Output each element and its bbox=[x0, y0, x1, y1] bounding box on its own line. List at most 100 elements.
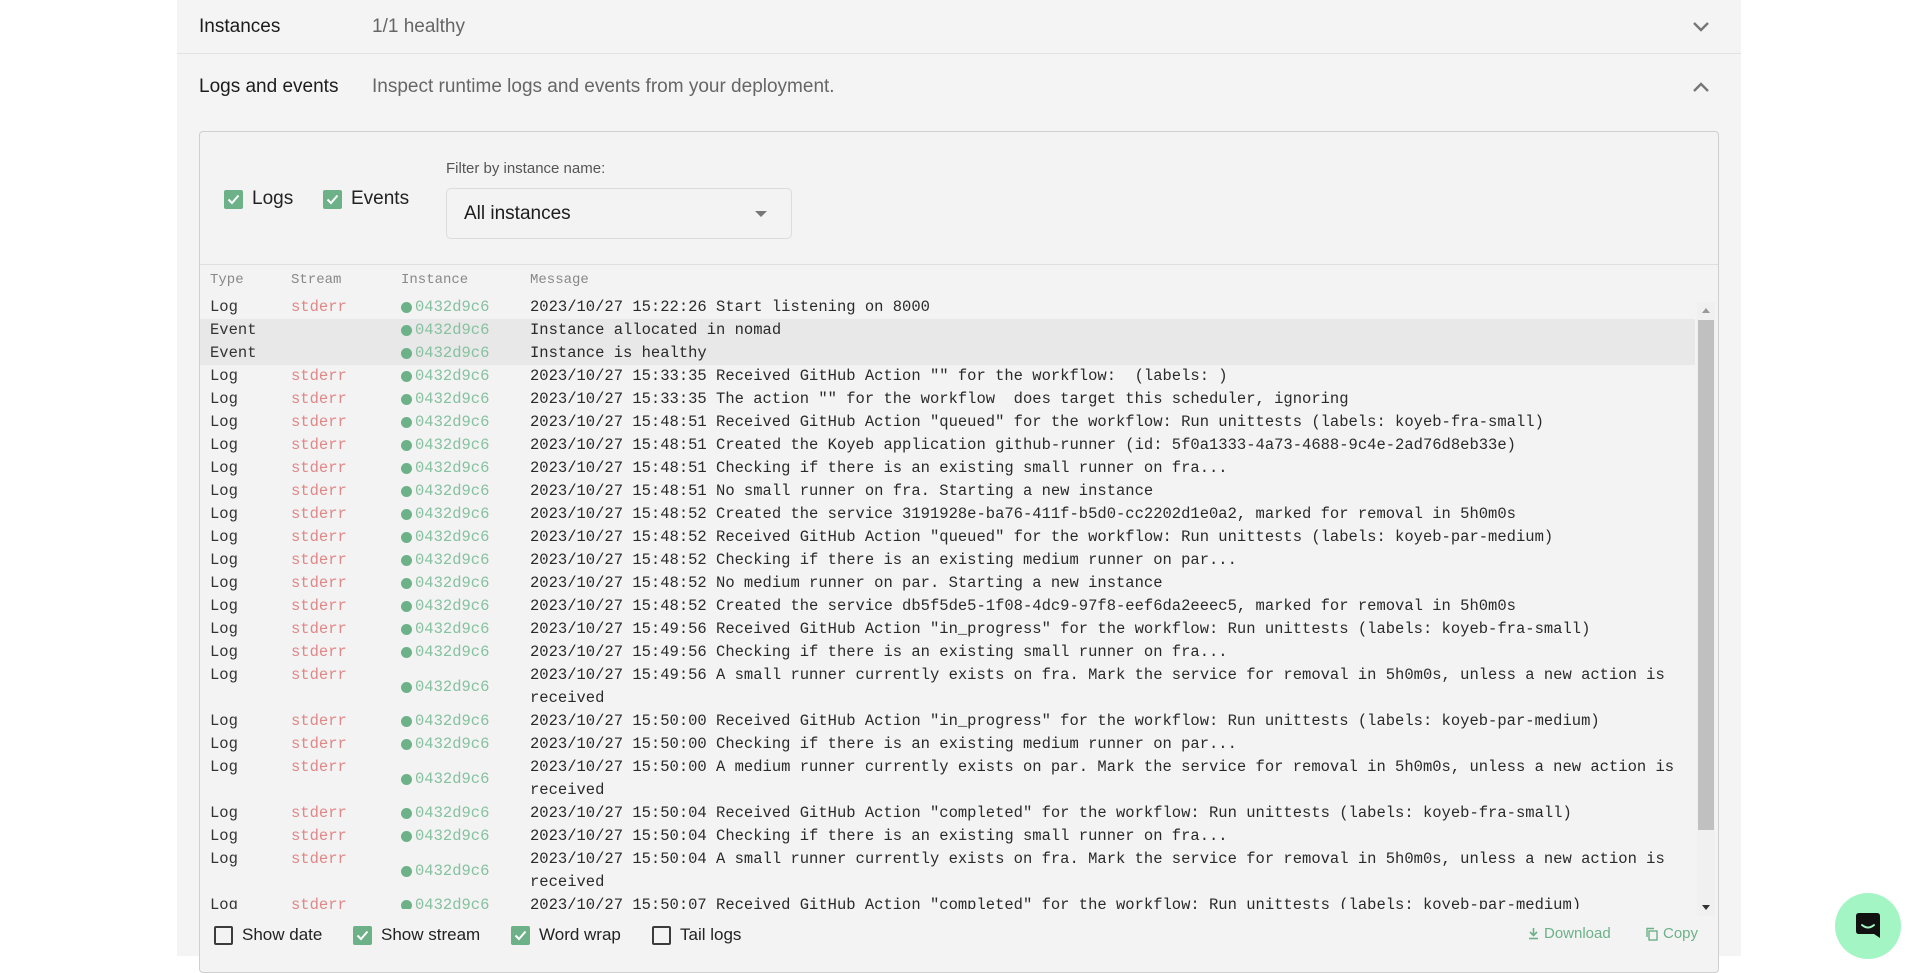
instance-id: 0432d9c6 bbox=[415, 413, 490, 431]
log-instance[interactable]: 0432d9c6 bbox=[401, 388, 489, 411]
download-label: Download bbox=[1544, 925, 1611, 942]
word-wrap-label: Word wrap bbox=[539, 925, 621, 944]
log-row: Log stderr 0432d9c6 2023/10/27 15:48:52 No … bbox=[200, 572, 1695, 595]
instance-status-dot-icon bbox=[401, 440, 412, 451]
instance-filter-label: Filter by instance name: bbox=[446, 160, 606, 177]
log-type: Log bbox=[210, 551, 238, 569]
instance-id: 0432d9c6 bbox=[415, 712, 490, 730]
log-row: Log stderr 0432d9c6 2023/10/27 15:49:56 Che… bbox=[200, 641, 1695, 664]
log-stream: stderr bbox=[291, 459, 347, 477]
show-date-checkbox[interactable]: Show date bbox=[214, 925, 322, 945]
log-instance[interactable]: 0432d9c6 bbox=[401, 848, 489, 894]
log-stream: stderr bbox=[291, 597, 347, 615]
log-instance[interactable]: 0432d9c6 bbox=[401, 618, 489, 641]
events-checkbox[interactable]: Events bbox=[323, 188, 409, 210]
log-message: 2023/10/27 15:48:51 Received GitHub Acti… bbox=[530, 413, 1544, 431]
log-instance[interactable]: 0432d9c6 bbox=[401, 434, 489, 457]
logs-description: Inspect runtime logs and events from you… bbox=[372, 76, 835, 97]
copy-icon bbox=[1646, 927, 1658, 941]
log-row: Log stderr 0432d9c6 2023/10/27 15:50:04 A s… bbox=[200, 848, 1695, 894]
log-instance[interactable]: 0432d9c6 bbox=[401, 503, 489, 526]
log-row: Log stderr 0432d9c6 2023/10/27 15:48:52 Cre… bbox=[200, 595, 1695, 618]
log-message: 2023/10/27 15:48:51 No small runner on f… bbox=[530, 482, 1154, 500]
log-type: Event bbox=[210, 344, 257, 362]
scrollbar-thumb[interactable] bbox=[1698, 320, 1714, 830]
column-header-instance: Instance bbox=[401, 272, 469, 288]
log-instance[interactable]: 0432d9c6 bbox=[401, 365, 489, 388]
tail-logs-checkbox[interactable]: Tail logs bbox=[652, 925, 741, 945]
log-instance[interactable]: 0432d9c6 bbox=[401, 342, 489, 365]
instance-status-dot-icon bbox=[401, 865, 412, 877]
instance-id: 0432d9c6 bbox=[415, 551, 490, 569]
show-stream-checkbox[interactable]: Show stream bbox=[353, 925, 480, 945]
log-instance[interactable]: 0432d9c6 bbox=[401, 710, 489, 733]
instance-id: 0432d9c6 bbox=[415, 574, 490, 592]
log-stream: stderr bbox=[291, 758, 347, 776]
log-stream: stderr bbox=[291, 620, 347, 638]
instance-id: 0432d9c6 bbox=[415, 827, 490, 845]
download-button[interactable]: Download bbox=[1528, 925, 1611, 942]
log-row: Log stderr 0432d9c6 2023/10/27 15:48:51 Cre… bbox=[200, 434, 1695, 457]
log-instance[interactable]: 0432d9c6 bbox=[401, 549, 489, 572]
instance-id: 0432d9c6 bbox=[415, 861, 490, 880]
log-instance[interactable]: 0432d9c6 bbox=[401, 572, 489, 595]
copy-button[interactable]: Copy bbox=[1645, 925, 1698, 942]
chevron-down-icon[interactable] bbox=[1691, 17, 1711, 37]
log-row: Log stderr 0432d9c6 2023/10/27 15:50:04 Che… bbox=[200, 825, 1695, 848]
instance-id: 0432d9c6 bbox=[415, 298, 490, 316]
chat-support-button[interactable] bbox=[1835, 893, 1901, 959]
checkbox-checked-icon bbox=[224, 189, 243, 209]
log-instance[interactable]: 0432d9c6 bbox=[401, 802, 489, 825]
checkbox-unchecked-icon bbox=[652, 925, 671, 945]
log-instance[interactable]: 0432d9c6 bbox=[401, 664, 489, 710]
log-instance[interactable]: 0432d9c6 bbox=[401, 457, 489, 480]
scroll-up-arrow-icon[interactable] bbox=[1702, 308, 1710, 313]
instance-status-dot-icon bbox=[401, 325, 412, 336]
word-wrap-checkbox[interactable]: Word wrap bbox=[511, 925, 621, 945]
instance-status-dot-icon bbox=[401, 509, 412, 520]
log-instance[interactable]: 0432d9c6 bbox=[401, 756, 489, 802]
instance-id: 0432d9c6 bbox=[415, 620, 490, 638]
log-type: Log bbox=[210, 459, 238, 477]
tail-logs-label: Tail logs bbox=[680, 925, 742, 944]
instance-id: 0432d9c6 bbox=[415, 896, 490, 909]
chevron-up-icon[interactable] bbox=[1691, 77, 1711, 97]
log-message: 2023/10/27 15:49:56 Received GitHub Acti… bbox=[530, 620, 1591, 638]
log-rows: Log stderr 0432d9c6 2023/10/27 15:22:26 Sta… bbox=[200, 296, 1695, 909]
instance-status-dot-icon bbox=[401, 348, 412, 359]
log-instance[interactable]: 0432d9c6 bbox=[401, 319, 489, 342]
log-instance[interactable]: 0432d9c6 bbox=[401, 733, 489, 756]
instance-filter-select[interactable]: All instances bbox=[446, 188, 792, 239]
log-scrollbar[interactable] bbox=[1697, 302, 1715, 916]
log-row: Log stderr 0432d9c6 2023/10/27 15:50:04 Rec… bbox=[200, 802, 1695, 825]
log-row: Log stderr 0432d9c6 2023/10/27 15:48:52 Che… bbox=[200, 549, 1695, 572]
log-message: 2023/10/27 15:50:00 Checking if there is… bbox=[530, 735, 1237, 753]
log-message: 2023/10/27 15:50:04 Checking if there is… bbox=[530, 827, 1228, 845]
scroll-down-arrow-icon[interactable] bbox=[1702, 905, 1710, 910]
column-header-stream: Stream bbox=[291, 272, 342, 288]
log-instance[interactable]: 0432d9c6 bbox=[401, 894, 489, 909]
log-row: Event 0432d9c6 Instance is healthy bbox=[200, 342, 1695, 365]
log-row: Log stderr 0432d9c6 2023/10/27 15:50:07 Rec… bbox=[200, 894, 1695, 909]
log-instance[interactable]: 0432d9c6 bbox=[401, 595, 489, 618]
log-instance[interactable]: 0432d9c6 bbox=[401, 296, 489, 319]
log-message: 2023/10/27 15:48:51 Checking if there is… bbox=[530, 459, 1228, 477]
column-header-message: Message bbox=[530, 272, 589, 288]
log-instance[interactable]: 0432d9c6 bbox=[401, 825, 489, 848]
log-instance[interactable]: 0432d9c6 bbox=[401, 480, 489, 503]
logs-checkbox[interactable]: Logs bbox=[224, 188, 293, 210]
log-stream: stderr bbox=[291, 436, 347, 454]
checkbox-checked-icon bbox=[353, 925, 372, 945]
instances-section-header[interactable]: Instances 1/1 healthy bbox=[177, 0, 1741, 54]
log-row: Log stderr 0432d9c6 2023/10/27 15:48:51 Che… bbox=[200, 457, 1695, 480]
log-instance[interactable]: 0432d9c6 bbox=[401, 411, 489, 434]
instance-id: 0432d9c6 bbox=[415, 528, 490, 546]
log-instance[interactable]: 0432d9c6 bbox=[401, 641, 489, 664]
logs-section-header[interactable]: Logs and events Inspect runtime logs and… bbox=[177, 54, 1741, 120]
log-row: Log stderr 0432d9c6 2023/10/27 15:48:51 No … bbox=[200, 480, 1695, 503]
log-instance[interactable]: 0432d9c6 bbox=[401, 526, 489, 549]
log-stream: stderr bbox=[291, 551, 347, 569]
instance-status-dot-icon bbox=[401, 394, 412, 405]
log-row: Log stderr 0432d9c6 2023/10/27 15:48:52 Rec… bbox=[200, 526, 1695, 549]
log-type: Log bbox=[210, 620, 238, 638]
